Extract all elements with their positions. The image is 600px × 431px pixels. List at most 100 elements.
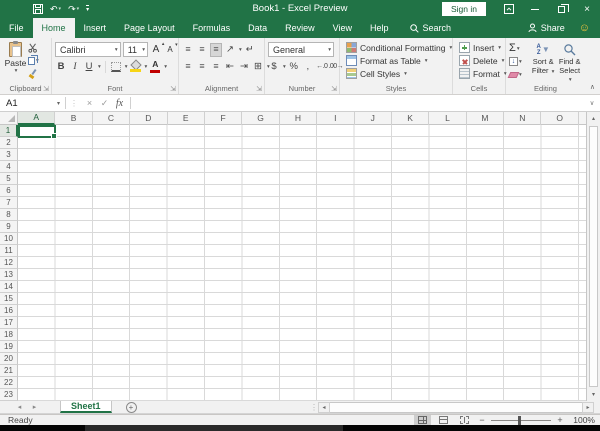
clipboard-dialog-launcher-icon[interactable]: ⇲ — [43, 86, 49, 93]
tab-bar-splitter[interactable]: ⋮ — [310, 401, 318, 414]
clear-button[interactable]: ▾ — [509, 68, 530, 81]
column-header-f[interactable]: F — [205, 112, 242, 125]
row-header-18[interactable]: 18 — [0, 329, 18, 341]
row-header-15[interactable]: 15 — [0, 293, 18, 305]
redo-button[interactable]: ↷▾ — [68, 5, 79, 14]
font-size-select[interactable]: 11▾ — [123, 42, 148, 57]
scroll-up-icon[interactable]: ▴ — [587, 112, 600, 125]
cells-item-insert[interactable]: Insert ▾ — [456, 41, 503, 54]
tab-view[interactable]: View — [324, 18, 361, 38]
tab-formulas[interactable]: Formulas — [184, 18, 240, 38]
row-header-20[interactable]: 20 — [0, 353, 18, 365]
tab-page-layout[interactable]: Page Layout — [115, 18, 184, 38]
column-header-g[interactable]: G — [242, 112, 279, 125]
number-format-select[interactable]: General▾ — [268, 42, 334, 57]
vertical-scrollbar[interactable]: ▴ ▾ — [586, 112, 600, 401]
save-button[interactable] — [33, 4, 43, 14]
paste-button[interactable]: Paste ▾ — [3, 41, 28, 80]
alignment-dialog-launcher-icon[interactable]: ⇲ — [256, 86, 262, 93]
collapse-ribbon-icon[interactable]: ∧ — [590, 83, 595, 91]
cells-item-delete[interactable]: Delete ▾ — [456, 54, 503, 67]
horizontal-scrollbar-thumb[interactable] — [330, 402, 582, 413]
enter-icon[interactable]: ✓ — [97, 98, 112, 109]
row-header-16[interactable]: 16 — [0, 305, 18, 317]
font-family-select[interactable]: Calibri▾ — [55, 42, 121, 57]
vertical-scrollbar-thumb[interactable] — [589, 126, 598, 387]
selected-cell-a1[interactable] — [18, 125, 56, 138]
increase-indent-button[interactable]: ⇥ — [238, 60, 250, 74]
column-header-b[interactable]: B — [55, 112, 92, 125]
tab-home[interactable]: Home — [33, 18, 75, 38]
find-select-button[interactable]: Find & Select ▾ — [556, 41, 583, 84]
cancel-icon[interactable]: × — [82, 98, 97, 108]
row-header-8[interactable]: 8 — [0, 209, 18, 221]
merge-center-button[interactable]: ⊞ — [252, 60, 264, 74]
tab-review[interactable]: Review — [276, 18, 324, 38]
sheet-tab-sheet1[interactable]: Sheet1 — [60, 401, 112, 413]
row-header-23[interactable]: 23 — [0, 389, 18, 401]
page-break-view-button[interactable] — [456, 415, 473, 425]
styles-item-cell-styles[interactable]: Cell Styles ▾ — [343, 67, 450, 80]
align-left-button[interactable]: ≡ — [182, 60, 194, 74]
row-header-21[interactable]: 21 — [0, 365, 18, 377]
next-sheet-icon[interactable]: ▸ — [27, 401, 42, 413]
previous-sheet-icon[interactable]: ◂ — [12, 401, 27, 413]
share-button[interactable]: Share — [528, 18, 579, 38]
autosum-button[interactable]: Σ▾ — [509, 42, 530, 55]
customize-qat-icon[interactable]: ▾ — [86, 5, 89, 13]
font-color-button[interactable]: A — [149, 60, 161, 74]
zoom-slider[interactable] — [491, 416, 551, 425]
styles-item-conditional-formatting[interactable]: Conditional Formatting ▾ — [343, 41, 450, 54]
select-all-corner[interactable] — [0, 112, 18, 125]
ribbon-display-options-button[interactable] — [496, 0, 522, 18]
cell-grid[interactable] — [18, 125, 586, 401]
borders-dropdown-icon[interactable]: ▾ — [125, 64, 128, 70]
shrink-font-button[interactable]: A▾ — [164, 43, 176, 57]
cells-item-format[interactable]: Format ▾ — [456, 67, 503, 80]
row-header-7[interactable]: 7 — [0, 197, 18, 209]
tab-insert[interactable]: Insert — [75, 18, 116, 38]
scroll-right-icon[interactable]: ▸ — [582, 402, 594, 413]
fill-color-button[interactable] — [130, 60, 142, 74]
column-header-i[interactable]: I — [317, 112, 354, 125]
page-layout-view-button[interactable] — [435, 415, 452, 425]
cut-button[interactable] — [28, 42, 39, 54]
name-box-dropdown-icon[interactable]: ▾ — [52, 100, 65, 107]
zoom-in-icon[interactable]: + — [555, 415, 565, 425]
accounting-format-dropdown-icon[interactable]: ▾ — [283, 64, 286, 70]
italic-button[interactable]: I — [69, 60, 81, 74]
borders-button[interactable] — [110, 60, 122, 74]
column-header-k[interactable]: K — [392, 112, 429, 125]
grow-font-button[interactable]: A▴ — [150, 43, 162, 57]
accounting-format-button[interactable]: $ — [268, 60, 280, 74]
zoom-out-icon[interactable]: − — [477, 415, 487, 425]
row-header-1[interactable]: 1 — [0, 125, 18, 137]
column-header-a[interactable]: A — [18, 112, 55, 125]
column-header-n[interactable]: N — [504, 112, 541, 125]
tab-file[interactable]: File — [0, 18, 33, 38]
tab-help[interactable]: Help — [361, 18, 398, 38]
expand-formula-bar-icon[interactable]: ∨ — [584, 99, 600, 107]
column-header-l[interactable]: L — [429, 112, 466, 125]
insert-function-icon[interactable]: fx — [112, 98, 127, 109]
row-header-17[interactable]: 17 — [0, 317, 18, 329]
percent-style-button[interactable]: % — [288, 60, 300, 74]
row-header-9[interactable]: 9 — [0, 221, 18, 233]
feedback-smiley-icon[interactable]: ☺ — [579, 18, 600, 38]
column-header-d[interactable]: D — [130, 112, 167, 125]
add-sheet-icon[interactable]: + — [126, 402, 137, 413]
column-header-m[interactable]: M — [467, 112, 504, 125]
row-header-5[interactable]: 5 — [0, 173, 18, 185]
row-header-3[interactable]: 3 — [0, 149, 18, 161]
column-header-e[interactable]: E — [168, 112, 205, 125]
row-header-2[interactable]: 2 — [0, 137, 18, 149]
column-header-j[interactable]: J — [355, 112, 392, 125]
styles-item-format-as-table[interactable]: Format as Table ▾ — [343, 54, 450, 67]
formula-input[interactable] — [134, 96, 584, 110]
copy-button[interactable]: ▾ — [28, 55, 39, 67]
name-box[interactable]: A1 — [0, 95, 52, 111]
align-right-button[interactable]: ≡ — [210, 60, 222, 74]
font-color-dropdown-icon[interactable]: ▾ — [164, 64, 167, 70]
sign-in-button[interactable]: Sign in — [442, 2, 486, 16]
fill-color-dropdown-icon[interactable]: ▾ — [145, 64, 148, 70]
